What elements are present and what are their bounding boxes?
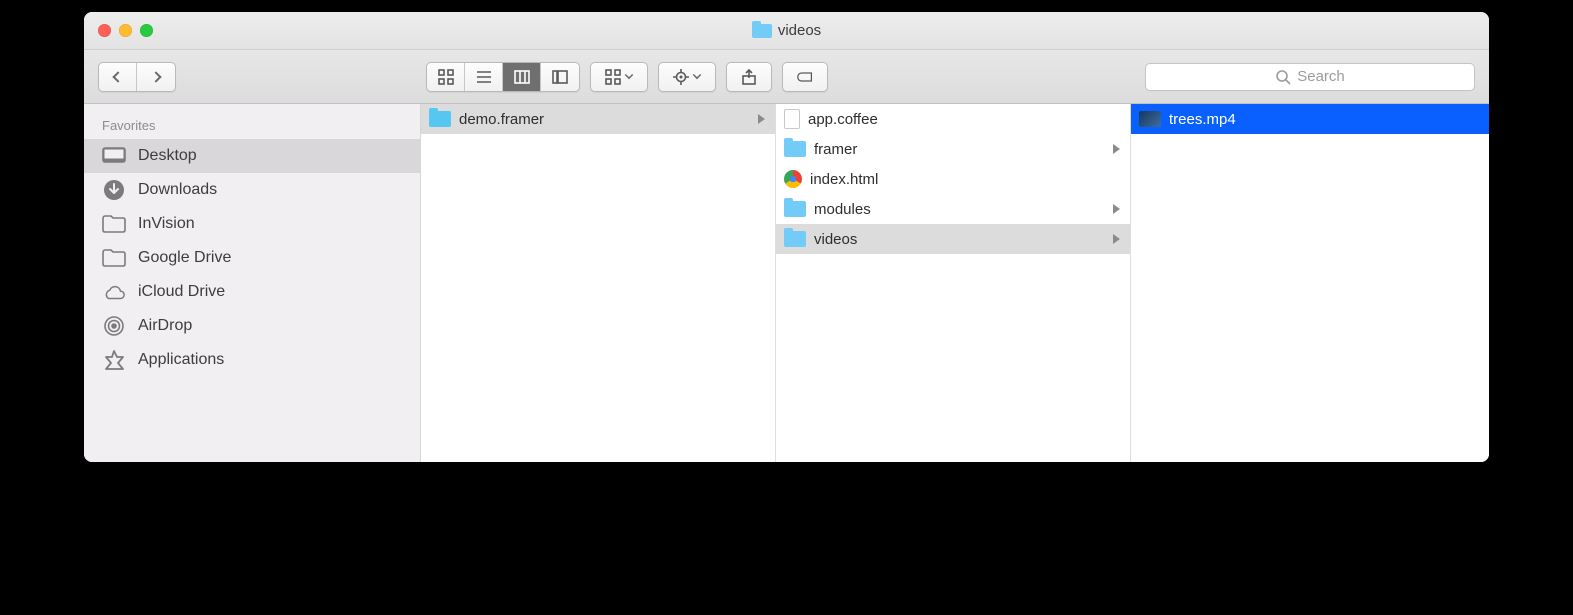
window-title-text: videos	[778, 22, 821, 39]
grid-icon	[438, 69, 454, 85]
framer-folder-icon	[429, 111, 451, 127]
sidebar-item-desktop[interactable]: Desktop	[84, 139, 420, 173]
file-row[interactable]: framer	[776, 134, 1130, 164]
sidebar-item-label: iCloud Drive	[138, 283, 225, 301]
document-icon	[784, 109, 800, 129]
list-icon	[476, 69, 492, 85]
chevron-down-icon	[625, 70, 633, 78]
sidebar-item-label: Applications	[138, 351, 224, 369]
action-menu-button[interactable]	[658, 62, 716, 92]
chevron-right-icon	[758, 114, 765, 124]
sidebar-heading: Favorites	[84, 114, 420, 139]
chevron-right-icon	[150, 71, 161, 82]
file-label: modules	[814, 201, 871, 218]
view-list-button[interactable]	[465, 63, 503, 91]
folder-icon	[784, 141, 806, 157]
folder-icon	[752, 24, 772, 38]
search-placeholder: Search	[1297, 68, 1345, 85]
file-row[interactable]: app.coffee	[776, 104, 1130, 134]
view-gallery-button[interactable]	[541, 63, 579, 91]
download-icon	[102, 180, 126, 200]
sidebar-item-label: Desktop	[138, 147, 197, 165]
gallery-icon	[552, 69, 568, 85]
applications-icon	[102, 350, 126, 370]
chevron-right-icon	[1113, 144, 1120, 154]
file-row[interactable]: trees.mp4	[1131, 104, 1489, 134]
group-by-button[interactable]	[590, 62, 648, 92]
file-row[interactable]: demo.framer	[421, 104, 775, 134]
sidebar-item-airdrop[interactable]: AirDrop	[84, 309, 420, 343]
sidebar-item-invision[interactable]: InVision	[84, 207, 420, 241]
view-icons-button[interactable]	[427, 63, 465, 91]
file-label: demo.framer	[459, 111, 544, 128]
search-field[interactable]: Search	[1145, 63, 1475, 91]
sidebar: Favorites Desktop Downloads InVision	[84, 104, 421, 462]
back-button[interactable]	[99, 63, 137, 91]
search-icon	[1275, 69, 1291, 85]
zoom-button[interactable]	[140, 24, 153, 37]
file-row[interactable]: modules	[776, 194, 1130, 224]
columns-icon	[514, 69, 530, 85]
chevron-right-icon	[1113, 234, 1120, 244]
file-label: videos	[814, 231, 857, 248]
column-3[interactable]: trees.mp4	[1131, 104, 1489, 462]
share-icon	[741, 69, 757, 85]
window-title: videos	[84, 22, 1489, 39]
folder-icon	[102, 214, 126, 234]
folder-icon	[102, 248, 126, 268]
sidebar-item-label: Google Drive	[138, 249, 231, 267]
chevron-down-icon	[693, 70, 701, 78]
share-button[interactable]	[726, 62, 772, 92]
content-area: Favorites Desktop Downloads InVision	[84, 104, 1489, 462]
titlebar: videos	[84, 12, 1489, 50]
chrome-html-icon	[784, 170, 802, 188]
folder-icon	[784, 201, 806, 217]
file-label: trees.mp4	[1169, 111, 1236, 128]
forward-button[interactable]	[137, 63, 175, 91]
chevron-left-icon	[112, 71, 123, 82]
tags-button[interactable]	[782, 62, 828, 92]
file-label: framer	[814, 141, 857, 158]
airdrop-icon	[102, 316, 126, 336]
group-icon	[605, 69, 621, 85]
column-1[interactable]: demo.framer	[421, 104, 776, 462]
file-label: index.html	[810, 171, 878, 188]
finder-window: videos	[84, 12, 1489, 462]
tag-icon	[797, 69, 813, 85]
sidebar-item-label: Downloads	[138, 181, 217, 199]
video-file-icon	[1139, 111, 1161, 127]
minimize-button[interactable]	[119, 24, 132, 37]
view-columns-button[interactable]	[503, 63, 541, 91]
traffic-lights	[84, 24, 153, 37]
sidebar-item-google-drive[interactable]: Google Drive	[84, 241, 420, 275]
sidebar-item-icloud[interactable]: iCloud Drive	[84, 275, 420, 309]
file-row[interactable]: index.html	[776, 164, 1130, 194]
gear-icon	[673, 69, 689, 85]
chevron-right-icon	[1113, 204, 1120, 214]
sidebar-item-label: AirDrop	[138, 317, 192, 335]
file-label: app.coffee	[808, 111, 878, 128]
toolbar: Search	[84, 50, 1489, 104]
close-button[interactable]	[98, 24, 111, 37]
sidebar-item-applications[interactable]: Applications	[84, 343, 420, 377]
folder-icon	[784, 231, 806, 247]
cloud-icon	[102, 282, 126, 302]
sidebar-item-label: InVision	[138, 215, 195, 233]
sidebar-item-downloads[interactable]: Downloads	[84, 173, 420, 207]
file-row[interactable]: videos	[776, 224, 1130, 254]
column-2[interactable]: app.coffee framer index.html modules vid…	[776, 104, 1131, 462]
nav-buttons	[98, 62, 176, 92]
view-mode-segment	[426, 62, 580, 92]
desktop-icon	[102, 146, 126, 166]
